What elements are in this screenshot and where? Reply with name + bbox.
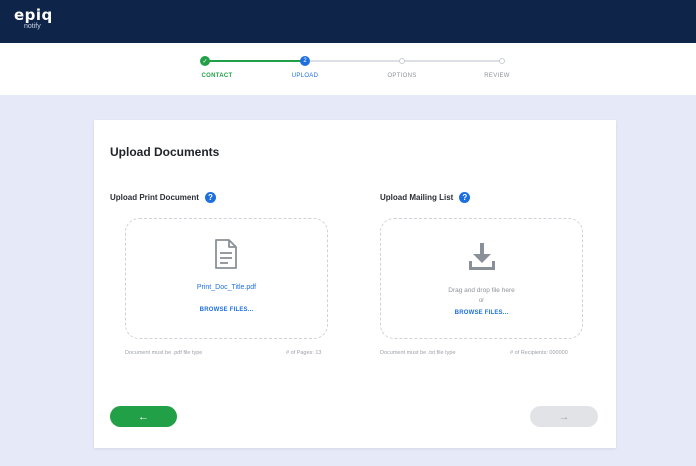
page-title: Upload Documents xyxy=(110,145,220,159)
step-upload-marker: 2 xyxy=(300,56,310,66)
logo-sub-text: notify xyxy=(24,23,41,30)
step-label-review: REVIEW xyxy=(484,73,510,79)
mailing-list-dropzone[interactable]: Drag and drop file here or BROWSE FILES.… xyxy=(380,218,583,339)
arrow-right-icon: → xyxy=(558,410,570,423)
print-document-filename[interactable]: Print_Doc_Title.pdf xyxy=(126,284,327,291)
top-nav-bar: epiq notify xyxy=(0,0,696,43)
or-separator: or xyxy=(478,298,485,304)
logo-main-text: epiq xyxy=(14,6,53,24)
upload-card: Upload Documents Upload Print Document ?… xyxy=(94,120,616,448)
document-icon xyxy=(215,239,237,269)
upload-print-document-label: Upload Print Document ? xyxy=(110,192,216,203)
step-contact-check-icon: ✓ xyxy=(200,56,210,66)
stepper-track-pending xyxy=(310,60,500,62)
drag-drop-hint: Drag and drop file here xyxy=(448,287,515,294)
epiq-notify-logo[interactable]: epiq notify xyxy=(14,6,53,31)
step-options-marker xyxy=(399,58,405,64)
mailing-list-filetype-note: Document must be .txt file type xyxy=(380,350,456,356)
upload-mailing-list-label: Upload Mailing List ? xyxy=(380,192,471,203)
download-icon xyxy=(469,243,495,270)
step-label-contact: CONTACT xyxy=(201,73,233,79)
browse-files-print-button[interactable]: BROWSE FILES... xyxy=(126,307,327,313)
help-icon[interactable]: ? xyxy=(204,192,216,203)
upload-mailing-list-text: Upload Mailing List xyxy=(380,193,454,202)
page-count: # of Pages: 13 xyxy=(286,350,322,356)
step-review-marker xyxy=(499,58,505,64)
recipient-count: # of Recipients: 000000 xyxy=(510,350,568,356)
arrow-left-icon: ← xyxy=(138,410,149,423)
print-document-dropzone[interactable]: Print_Doc_Title.pdf BROWSE FILES... xyxy=(125,218,328,339)
step-label-upload: UPLOAD xyxy=(291,73,319,79)
print-document-filetype-note: Document must be .pdf file type xyxy=(125,350,203,356)
browse-files-mailing-button[interactable]: BROWSE FILES... xyxy=(381,310,582,316)
stepper-track-complete xyxy=(205,60,305,62)
step-label-options: OPTIONS xyxy=(387,73,417,79)
upload-print-document-text: Upload Print Document xyxy=(110,193,199,202)
help-icon[interactable]: ? xyxy=(459,192,471,203)
progress-stepper: ✓ 2 CONTACT UPLOAD OPTIONS REVIEW xyxy=(0,43,696,95)
back-button[interactable]: ← xyxy=(110,406,177,427)
next-button[interactable]: → xyxy=(530,406,598,427)
